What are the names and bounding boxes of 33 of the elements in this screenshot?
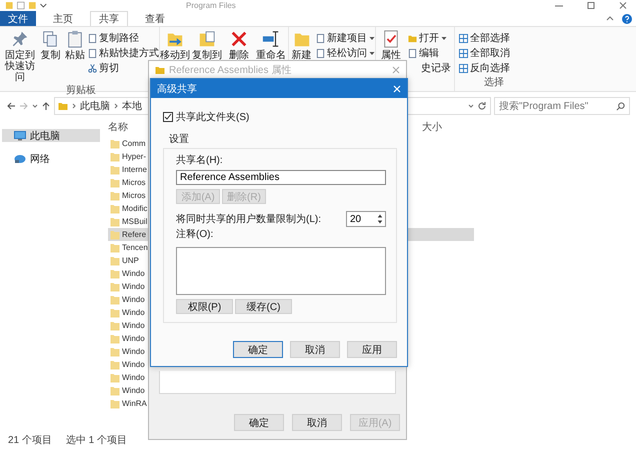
group-label: 剪贴板 xyxy=(66,84,96,97)
file-name: Windo xyxy=(122,321,145,330)
group-label: 设置 xyxy=(169,132,190,146)
file-name: Windo xyxy=(122,386,145,395)
file-name: Windo xyxy=(122,334,145,343)
file-name: MSBuil xyxy=(122,217,148,226)
file-name: Hyper- xyxy=(122,152,146,161)
file-name: Windo xyxy=(122,373,145,382)
file-name: UNP xyxy=(122,256,139,265)
dialog-title: Reference Assemblies 属性 xyxy=(169,64,292,76)
checkbox-label: 共享此文件夹(S) xyxy=(176,110,250,124)
file-name: Tencen xyxy=(122,243,148,252)
field-label: 共享名(H): xyxy=(176,154,224,167)
field-label: 将同时共享的用户数量限制为(L): xyxy=(176,212,321,226)
dialog-title: 高级共享 xyxy=(157,82,197,96)
file-name: WinRA xyxy=(122,399,147,408)
file-name: Refere xyxy=(122,230,146,239)
file-name: Micros xyxy=(122,178,146,187)
item-count: 21 个项目 xyxy=(8,434,52,447)
file-name: Comm xyxy=(122,139,146,148)
file-name: Windo xyxy=(122,308,145,317)
field-label: 注释(O): xyxy=(176,228,214,241)
group-label: 选择 xyxy=(484,76,504,89)
file-name: Windo xyxy=(122,269,145,278)
window-title: Program Files xyxy=(186,1,236,10)
file-name: Windo xyxy=(122,295,145,304)
selection-count: 选中 1 个项目 xyxy=(66,434,128,447)
file-name: Interne xyxy=(122,165,147,174)
file-name: Windo xyxy=(122,282,145,291)
file-name: Windo xyxy=(122,347,145,356)
file-name: Micros xyxy=(122,191,146,200)
file-name: Modific xyxy=(122,204,148,213)
file-name: Windo xyxy=(122,360,145,369)
